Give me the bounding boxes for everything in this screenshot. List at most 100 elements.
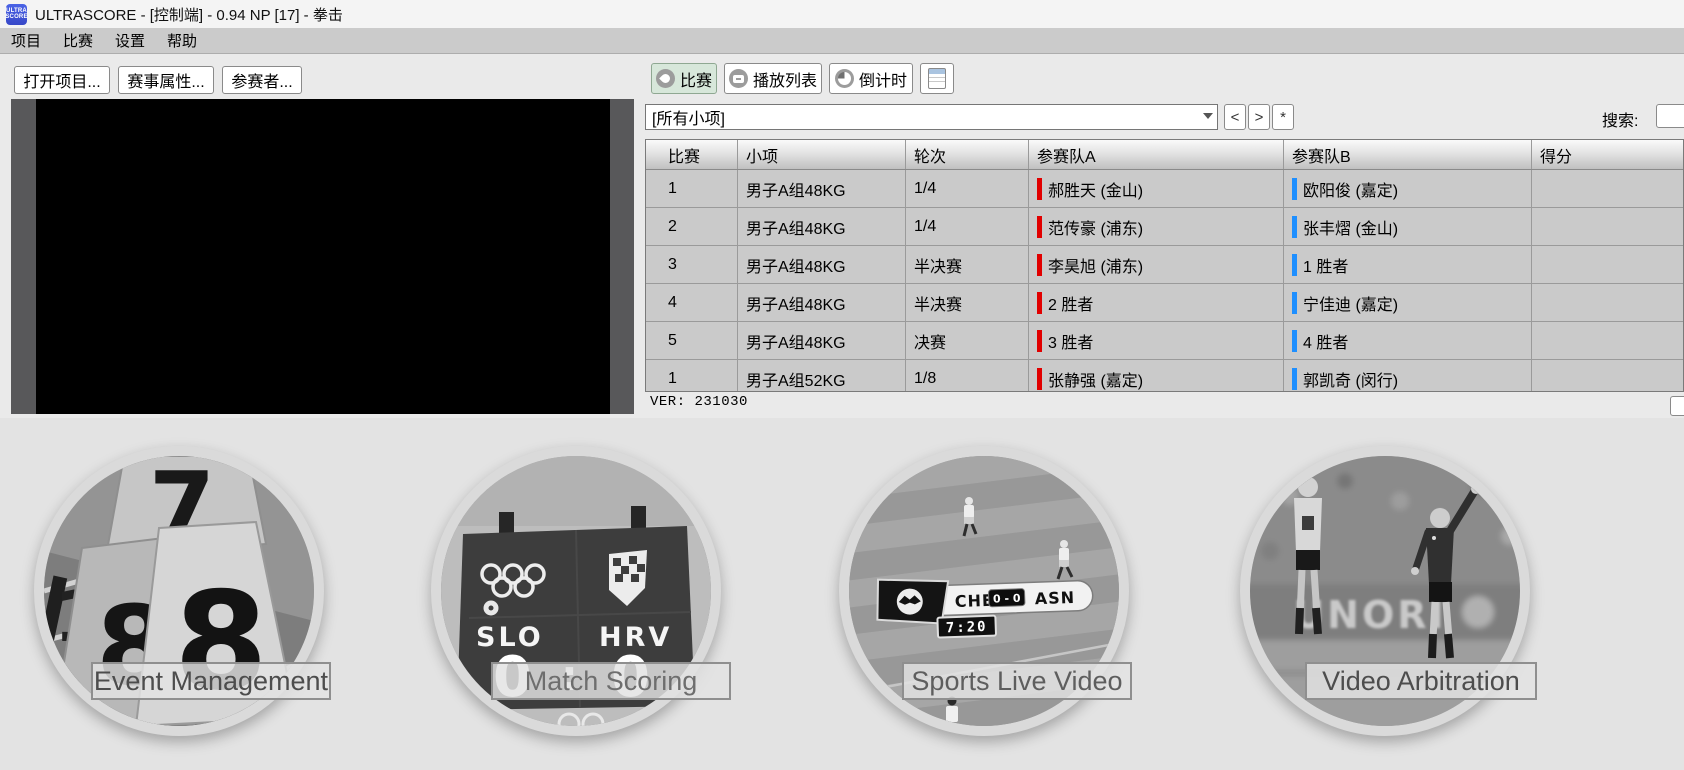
playlist-button[interactable]: 播放列表: [724, 63, 822, 94]
app-logo-icon: ULTRA SCORE: [6, 4, 27, 25]
cell-teamB: 宁佳迪 (嘉定): [1284, 284, 1532, 321]
cell-teamB: 郭凯奇 (闵行): [1284, 360, 1532, 392]
notes-button[interactable]: [920, 63, 954, 94]
cell-score: [1532, 246, 1683, 283]
video-arbitration-label: Video Arbitration: [1305, 662, 1537, 700]
cell-match: 5: [646, 322, 738, 359]
event-management-label: Event Management: [91, 662, 331, 700]
column-header-round[interactable]: 轮次: [906, 140, 1029, 169]
blue-corner-bar: [1292, 292, 1297, 314]
cell-round: 1/4: [906, 170, 1029, 207]
match-tab-label: 比赛: [680, 67, 712, 91]
menu-bar: 项目 比赛 设置 帮助: [0, 28, 1684, 54]
cell-match: 1: [646, 360, 738, 392]
next-button[interactable]: >: [1248, 104, 1270, 130]
prev-label: <: [1231, 109, 1240, 126]
cell-event: 男子A组48KG: [738, 284, 906, 321]
prev-button[interactable]: <: [1224, 104, 1246, 130]
clipped-input[interactable]: [1670, 396, 1684, 416]
table-header: 比赛 小项 轮次 参赛队A 参赛队B 得分: [646, 140, 1683, 170]
video-screen: [36, 99, 610, 414]
cell-match: 4: [646, 284, 738, 321]
teamB-name: 郭凯奇 (闵行): [1303, 367, 1398, 391]
menu-settings[interactable]: 设置: [104, 28, 156, 53]
blue-corner-bar: [1292, 216, 1297, 238]
blue-corner-bar: [1292, 178, 1297, 200]
event-properties-label: 赛事属性...: [127, 68, 204, 92]
cell-round: 半决赛: [906, 284, 1029, 321]
blue-corner-bar: [1292, 330, 1297, 352]
cell-score: [1532, 170, 1683, 207]
event-properties-button[interactable]: 赛事属性...: [118, 66, 214, 94]
cell-teamA: 3 胜者: [1029, 322, 1284, 359]
window-title: ULTRASCORE - [控制端] - 0.94 NP [17] - 拳击: [35, 4, 343, 25]
cell-teamB: 欧阳俊 (嘉定): [1284, 170, 1532, 207]
menu-help[interactable]: 帮助: [156, 28, 208, 53]
menu-project[interactable]: 项目: [0, 28, 52, 53]
cell-event: 男子A组48KG: [738, 322, 906, 359]
video-preview-panel: [11, 99, 634, 414]
cell-teamB: 张丰熠 (金山): [1284, 208, 1532, 245]
red-corner-bar: [1037, 330, 1042, 352]
column-header-teamB[interactable]: 参赛队B: [1284, 140, 1532, 169]
countdown-label: 倒计时: [859, 67, 907, 91]
blue-corner-bar: [1292, 368, 1297, 390]
cell-event: 男子A组48KG: [738, 170, 906, 207]
menu-match[interactable]: 比赛: [52, 28, 104, 53]
cell-round: 1/8: [906, 360, 1029, 392]
star-label: *: [1280, 109, 1286, 126]
teamA-name: 李昊旭 (浦东): [1048, 253, 1143, 277]
cell-match: 3: [646, 246, 738, 283]
cell-event: 男子A组48KG: [738, 246, 906, 283]
cell-event: 男子A组48KG: [738, 208, 906, 245]
teamB-name: 1 胜者: [1303, 253, 1348, 277]
cell-match: 1: [646, 170, 738, 207]
player-figure: [946, 697, 958, 723]
column-header-score[interactable]: 得分: [1532, 140, 1683, 169]
column-header-event[interactable]: 小项: [738, 140, 906, 169]
table-row[interactable]: 5 男子A组48KG 决赛 3 胜者 4 胜者: [646, 322, 1683, 360]
match-table: 比赛 小项 轮次 参赛队A 参赛队B 得分 1 男子A组48KG 1/4 郝胜天…: [645, 139, 1684, 392]
teamA-name: 郝胜天 (金山): [1048, 177, 1143, 201]
column-header-match[interactable]: 比赛: [646, 140, 738, 169]
playlist-label: 播放列表: [753, 67, 817, 91]
cell-round: 1/4: [906, 208, 1029, 245]
column-header-teamA[interactable]: 参赛队A: [1029, 140, 1284, 169]
teamA-name: 张静强 (嘉定): [1048, 367, 1143, 391]
teamB-name: 欧阳俊 (嘉定): [1303, 177, 1398, 201]
table-row[interactable]: 1 男子A组48KG 1/4 郝胜天 (金山) 欧阳俊 (嘉定): [646, 170, 1683, 208]
table-row[interactable]: 4 男子A组48KG 半决赛 2 胜者 宁佳迪 (嘉定): [646, 284, 1683, 322]
table-row[interactable]: 2 男子A组48KG 1/4 范传豪 (浦东) 张丰熠 (金山): [646, 208, 1683, 246]
participants-label: 参赛者...: [231, 68, 292, 92]
svg-text:ASN: ASN: [1034, 588, 1075, 608]
table-row[interactable]: 1 男子A组52KG 1/8 张静强 (嘉定) 郭凯奇 (闵行): [646, 360, 1683, 392]
star-button[interactable]: *: [1272, 104, 1294, 130]
red-corner-bar: [1037, 178, 1042, 200]
cell-score: [1532, 208, 1683, 245]
version-text: VER: 231030: [650, 394, 748, 410]
match-tab-button[interactable]: 比赛: [651, 63, 717, 94]
svg-text:0 - 0: 0 - 0: [993, 592, 1021, 606]
cell-teamA: 张静强 (嘉定): [1029, 360, 1284, 392]
search-input[interactable]: [1656, 104, 1684, 128]
table-row[interactable]: 3 男子A组48KG 半决赛 李昊旭 (浦东) 1 胜者: [646, 246, 1683, 284]
cell-round: 决赛: [906, 322, 1029, 359]
chevron-down-icon: [1203, 113, 1213, 124]
open-project-label: 打开项目...: [23, 68, 100, 92]
next-label: >: [1255, 109, 1264, 126]
open-project-button[interactable]: 打开项目...: [14, 66, 110, 94]
cell-teamA: 2 胜者: [1029, 284, 1284, 321]
cell-score: [1532, 284, 1683, 321]
cell-teamA: 范传豪 (浦东): [1029, 208, 1284, 245]
countdown-button[interactable]: 倒计时: [829, 63, 913, 94]
cell-teamA: 郝胜天 (金山): [1029, 170, 1284, 207]
countdown-icon: [835, 69, 854, 88]
cell-teamA: 李昊旭 (浦东): [1029, 246, 1284, 283]
blue-corner-bar: [1292, 254, 1297, 276]
event-filter-dropdown[interactable]: [所有小项]: [645, 104, 1218, 130]
cell-event: 男子A组52KG: [738, 360, 906, 392]
app-logo-line2: SCORE: [5, 14, 27, 20]
cell-match: 2: [646, 208, 738, 245]
participants-button[interactable]: 参赛者...: [222, 66, 302, 94]
ultrascore-window: ULTRA SCORE ULTRASCORE - [控制端] - 0.94 NP…: [0, 0, 1684, 770]
